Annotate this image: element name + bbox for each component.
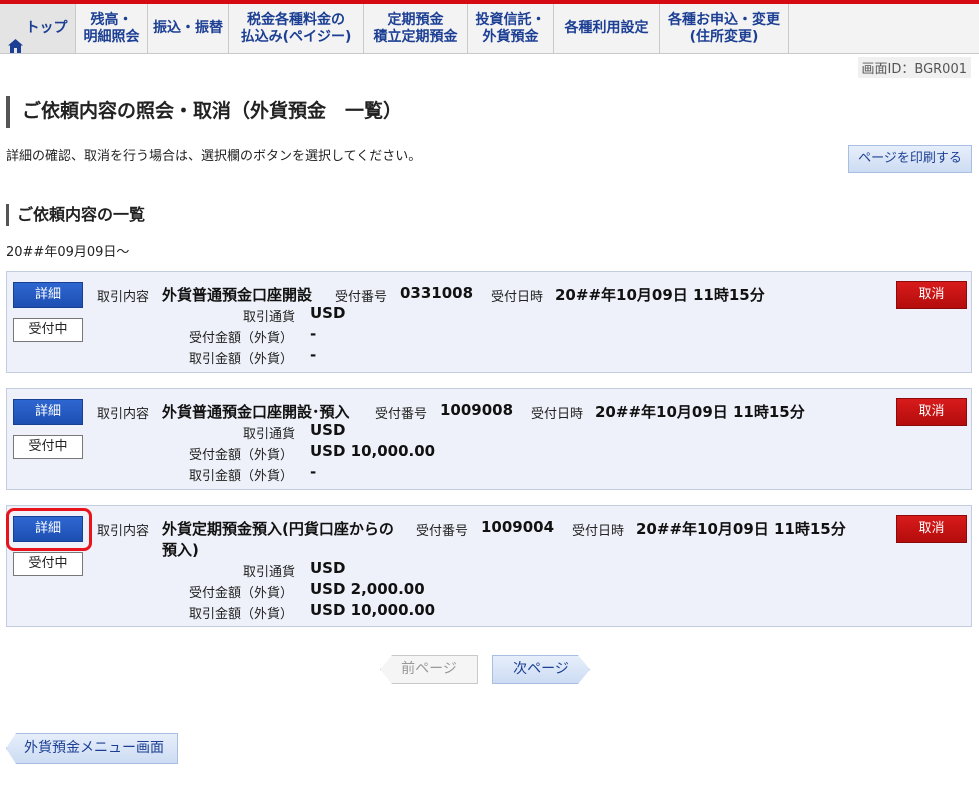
transaction-value: 外貨普通預金口座開設･預入 <box>162 403 350 421</box>
receipt-date-label: 受付日時 <box>572 524 625 539</box>
nav-item-payeasy[interactable]: 税金各種料金の 払込み(ペイジー) <box>229 4 364 53</box>
cancel-button[interactable]: 取消 <box>896 515 967 543</box>
recv-amount-value: USD 2,000.00 <box>310 580 425 598</box>
request-card: 詳細 受付中 取引内容 外貨普通預金口座開設 受付番号 0331008 受付日時… <box>6 271 972 373</box>
receipt-no-label: 受付番号 <box>416 524 469 539</box>
nav-item-top[interactable]: トップ <box>0 4 76 53</box>
transaction-value: 外貨普通預金口座開設 <box>162 286 313 304</box>
recv-amount-value: - <box>310 325 317 343</box>
receipt-no-label: 受付番号 <box>375 407 428 422</box>
receipt-no-value: 0331008 <box>400 284 474 302</box>
nav-item-applications[interactable]: 各種お申込・変更 (住所変更) <box>660 4 789 53</box>
receipt-no-label: 受付番号 <box>335 290 388 305</box>
trade-amount-label: 取引金額（外貨） <box>189 352 294 367</box>
trade-amount-label: 取引金額（外貨） <box>189 607 294 622</box>
nav-item-transfer[interactable]: 振込・振替 <box>148 4 229 53</box>
status-badge: 受付中 <box>13 552 83 576</box>
request-card: 詳細 受付中 取引内容 外貨普通預金口座開設･預入 受付番号 1009008 受… <box>6 388 972 490</box>
receipt-date-label: 受付日時 <box>531 407 584 422</box>
transaction-label: 取引内容 <box>97 290 150 305</box>
trade-amount-label: 取引金額（外貨） <box>189 469 294 484</box>
currency-value: USD <box>310 559 346 577</box>
request-card: 詳細 受付中 取引内容 外貨定期預金預入(円貨口座からの 預入) 受付番号 10… <box>6 505 972 627</box>
section-title: ご依頼内容の一覧 <box>6 204 145 226</box>
recv-amount-label: 受付金額（外貨） <box>189 448 294 463</box>
nav-item-investment[interactable]: 投資信託・ 外貨預金 <box>468 4 554 53</box>
highlight-ring <box>6 508 92 551</box>
trade-amount-value: - <box>310 463 317 481</box>
trade-amount-value: - <box>310 346 317 364</box>
nav-item-settings[interactable]: 各種利用設定 <box>554 4 660 53</box>
detail-button[interactable]: 詳細 <box>13 282 83 308</box>
receipt-date-value: 20##年10月09日 11時15分 <box>555 286 765 304</box>
recv-amount-label: 受付金額（外貨） <box>189 586 294 601</box>
recv-amount-label: 受付金額（外貨） <box>189 331 294 346</box>
detail-button[interactable]: 詳細 <box>13 399 83 425</box>
trade-amount-value: USD 10,000.00 <box>310 601 436 619</box>
currency-value: USD <box>310 421 346 439</box>
receipt-date-label: 受付日時 <box>491 290 544 305</box>
date-range: 20##年09月09日～ <box>6 245 130 260</box>
transaction-value: 外貨定期預金預入(円貨口座からの <box>162 520 394 538</box>
transaction-value-cont: 預入) <box>162 541 199 559</box>
receipt-no-value: 1009008 <box>440 401 514 419</box>
page-title: ご依頼内容の照会・取消（外貨預金 一覧） <box>6 96 402 128</box>
currency-label: 取引通貨 <box>243 310 296 325</box>
currency-value: USD <box>310 304 346 322</box>
global-nav: トップ 残高・ 明細照会 振込・振替 税金各種料金の 払込み(ペイジー) 定期預… <box>0 4 979 54</box>
transaction-label: 取引内容 <box>97 524 150 539</box>
currency-label: 取引通貨 <box>243 427 296 442</box>
page-description: 詳細の確認、取消を行う場合は、選択欄のボタンを選択してください。 <box>6 149 422 164</box>
print-page-button[interactable]: ページを印刷する <box>848 145 972 173</box>
receipt-no-value: 1009004 <box>481 518 555 536</box>
nav-item-top-label: トップ <box>25 20 68 36</box>
recv-amount-value: USD 10,000.00 <box>310 442 436 460</box>
cancel-button[interactable]: 取消 <box>896 398 967 426</box>
back-to-fx-menu-button[interactable]: 外貨預金メニュー画面へ <box>6 733 178 764</box>
cancel-button[interactable]: 取消 <box>896 281 967 309</box>
currency-label: 取引通貨 <box>243 565 296 580</box>
status-badge: 受付中 <box>13 318 83 342</box>
next-page-button[interactable]: 次ページ <box>492 655 590 684</box>
nav-item-balance[interactable]: 残高・ 明細照会 <box>76 4 148 53</box>
prev-page-button: 前ページ <box>380 655 478 684</box>
nav-item-time-deposit[interactable]: 定期預金 積立定期預金 <box>364 4 468 53</box>
screen-id: 画面ID：BGR001 <box>857 57 971 78</box>
transaction-label: 取引内容 <box>97 407 150 422</box>
receipt-date-value: 20##年10月09日 11時15分 <box>636 520 846 538</box>
status-badge: 受付中 <box>13 435 83 459</box>
home-icon <box>7 22 23 53</box>
receipt-date-value: 20##年10月09日 11時15分 <box>595 403 805 421</box>
